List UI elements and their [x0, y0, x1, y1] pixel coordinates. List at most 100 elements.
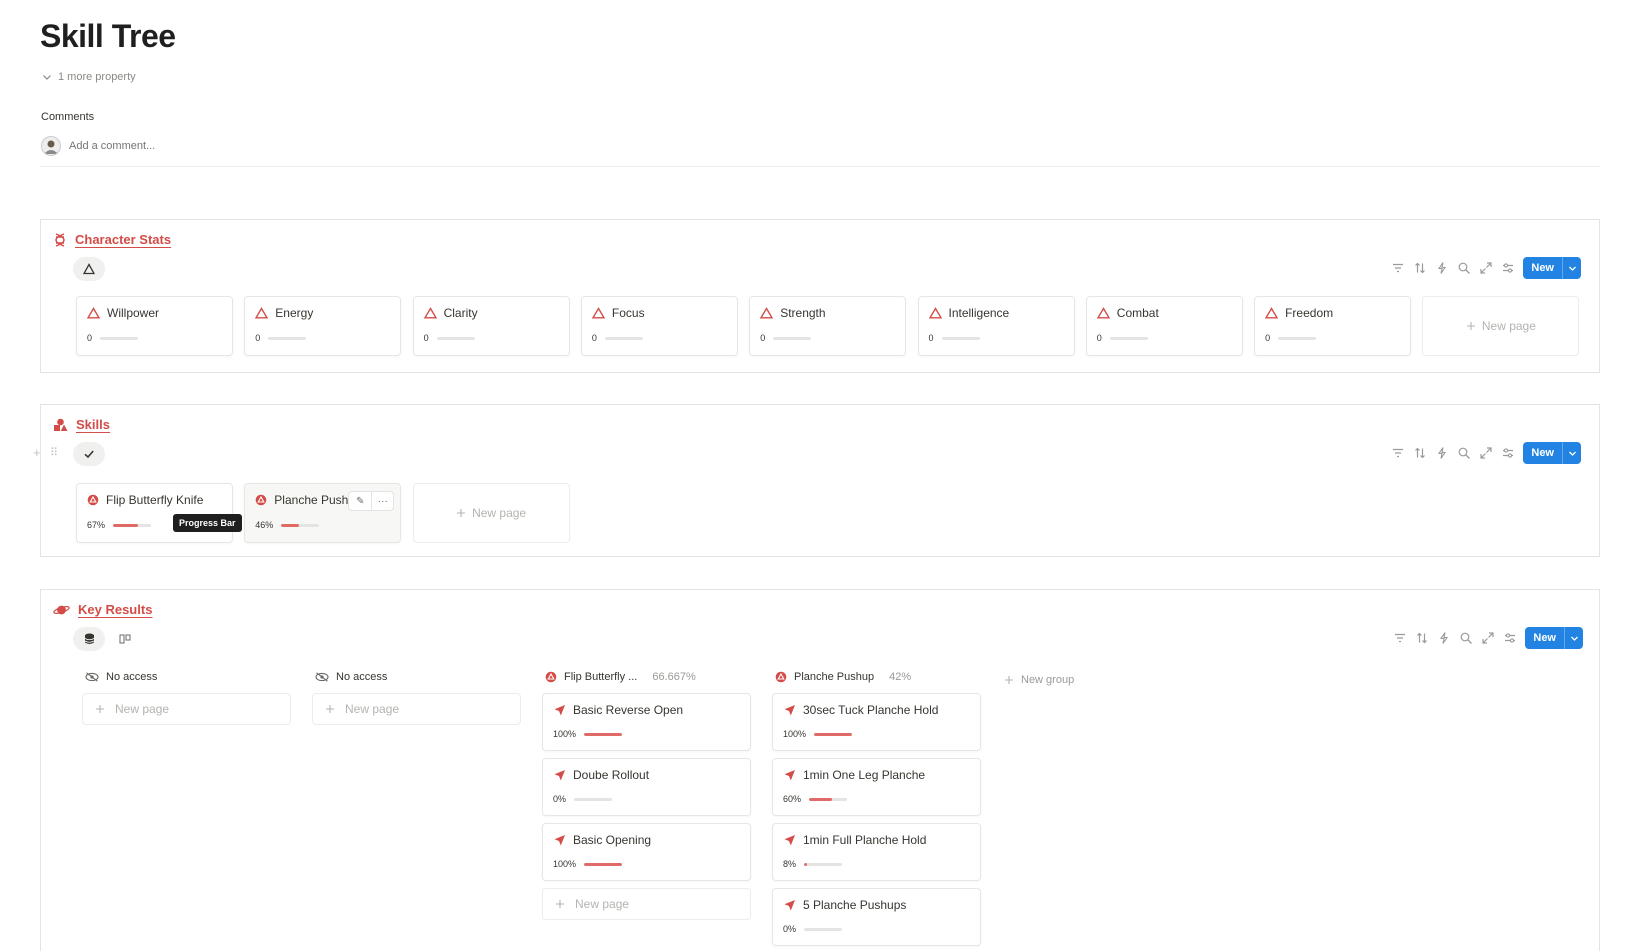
card-title-text: Focus — [611, 306, 645, 320]
more-property-toggle[interactable]: 1 more property — [42, 71, 136, 83]
card-title: 5 Planche Pushups — [783, 898, 906, 912]
card[interactable]: Planche Push 46% ✎ ··· — [244, 483, 402, 543]
new-group-button[interactable]: New group — [1004, 674, 1074, 686]
new-button-label: New — [1523, 257, 1563, 279]
card-title-text: Energy — [275, 306, 314, 320]
sort-button[interactable] — [1413, 446, 1427, 460]
skills-title[interactable]: Skills — [76, 417, 110, 432]
view-tab-database[interactable] — [73, 627, 105, 651]
expand-button[interactable] — [1481, 631, 1495, 645]
settings-button[interactable] — [1501, 261, 1515, 275]
card-value: 46% — [255, 520, 274, 530]
card[interactable]: Clarity 0 — [412, 296, 570, 356]
skill-icon — [87, 494, 99, 506]
card[interactable]: Doube Rollout 0% — [542, 758, 751, 816]
card-title: Basic Reverse Open — [553, 703, 683, 717]
automation-button[interactable] — [1435, 446, 1449, 460]
card[interactable]: Intelligence 0 — [917, 296, 1075, 356]
skills-section: Skills New Flip Butterfly Knife 67% Planch… — [40, 404, 1600, 557]
card[interactable]: Combat 0 — [1085, 296, 1243, 356]
new-page-button[interactable]: New page — [82, 693, 291, 725]
key-results-title[interactable]: Key Results — [78, 602, 152, 617]
card-title: 30sec Tuck Planche Hold — [783, 703, 938, 717]
new-page-button[interactable]: New page — [412, 483, 570, 543]
view-tab[interactable] — [73, 442, 105, 466]
comment-input[interactable] — [69, 140, 369, 152]
progress-bar — [804, 862, 843, 866]
new-button[interactable]: New — [1523, 442, 1581, 464]
automation-button[interactable] — [1437, 631, 1451, 645]
card[interactable]: Flip Butterfly Knife 67% — [76, 483, 233, 543]
card-value: 0 — [423, 333, 429, 343]
plus-icon — [96, 705, 104, 713]
progress-bar — [113, 523, 152, 527]
group-header[interactable]: Planche Pushup 42% — [775, 671, 911, 683]
avatar — [41, 136, 61, 156]
new-dropdown-button[interactable] — [1563, 257, 1581, 279]
group-header[interactable]: Flip Butterfly ... 66.667% — [545, 671, 696, 683]
character-stats-title[interactable]: Character Stats — [75, 232, 171, 247]
card-title: Planche Push — [255, 493, 348, 507]
card-value: 60% — [783, 794, 802, 804]
card[interactable]: Basic Opening 100% — [542, 823, 751, 881]
filter-button[interactable] — [1393, 631, 1407, 645]
character-stats-section: Character Stats New Willpower 0 Energy 0 Cla… — [40, 219, 1600, 373]
search-button[interactable] — [1457, 261, 1471, 275]
triangle-icon — [83, 263, 95, 275]
card[interactable]: Basic Reverse Open 100% — [542, 693, 751, 751]
new-button[interactable]: New — [1523, 257, 1581, 279]
sort-button[interactable] — [1415, 631, 1429, 645]
card[interactable]: Energy 0 — [244, 296, 402, 356]
view-tab[interactable] — [73, 257, 105, 281]
card[interactable]: 1min One Leg Planche 60% — [772, 758, 981, 816]
chevron-down-icon — [1570, 636, 1578, 641]
edit-icon[interactable]: ✎ — [349, 492, 371, 510]
expand-button[interactable] — [1479, 446, 1493, 460]
new-page-button[interactable]: New page — [1422, 296, 1580, 356]
search-button[interactable] — [1459, 631, 1473, 645]
add-block-icon[interactable]: + — [33, 445, 41, 460]
automation-button[interactable] — [1435, 261, 1449, 275]
group-header[interactable]: No access — [315, 671, 387, 683]
card[interactable]: 30sec Tuck Planche Hold 100% — [772, 693, 981, 751]
sort-icon — [1417, 632, 1428, 644]
view-tab-board[interactable] — [115, 627, 135, 651]
card[interactable]: Willpower 0 — [76, 296, 233, 356]
new-dropdown-button[interactable] — [1563, 442, 1581, 464]
card[interactable]: 5 Planche Pushups 0% — [772, 888, 981, 946]
card[interactable]: Freedom 0 — [1254, 296, 1412, 356]
new-page-button[interactable]: New page — [312, 693, 521, 725]
card-title-text: Freedom — [1285, 306, 1334, 320]
card[interactable]: Strength 0 — [749, 296, 907, 356]
settings-button[interactable] — [1501, 446, 1515, 460]
card-value: 0 — [255, 333, 261, 343]
progress-fill — [584, 732, 623, 736]
card-title-text: Basic Opening — [573, 833, 652, 847]
new-button-label: New — [1523, 442, 1563, 464]
card-title: Clarity — [423, 306, 478, 320]
expand-button[interactable] — [1479, 261, 1493, 275]
triangle-icon — [255, 307, 269, 319]
new-button[interactable]: New — [1525, 627, 1583, 649]
card-title-text: Strength — [780, 306, 826, 320]
search-button[interactable] — [1457, 446, 1471, 460]
triangle-icon — [928, 307, 942, 319]
filter-button[interactable] — [1391, 261, 1405, 275]
drag-handle-icon[interactable]: ⠿ — [50, 446, 58, 459]
group-header[interactable]: No access — [85, 671, 157, 683]
settings-button[interactable] — [1503, 631, 1517, 645]
card[interactable]: Focus 0 — [580, 296, 738, 356]
arrow-icon — [784, 899, 795, 910]
card-title-text: Basic Reverse Open — [573, 703, 684, 717]
new-dropdown-button[interactable] — [1565, 627, 1583, 649]
card-title: Energy — [255, 306, 313, 320]
filter-icon — [1395, 633, 1406, 643]
more-options-icon[interactable]: ··· — [371, 492, 393, 510]
filter-button[interactable] — [1391, 446, 1405, 460]
key-results-section: Key Results New No access New page No acce… — [40, 589, 1600, 951]
sort-button[interactable] — [1413, 261, 1427, 275]
card[interactable]: 1min Full Planche Hold 8% — [772, 823, 981, 881]
progress-bar — [814, 732, 853, 736]
new-page-button[interactable]: New page — [542, 888, 751, 920]
search-icon — [1460, 632, 1473, 644]
